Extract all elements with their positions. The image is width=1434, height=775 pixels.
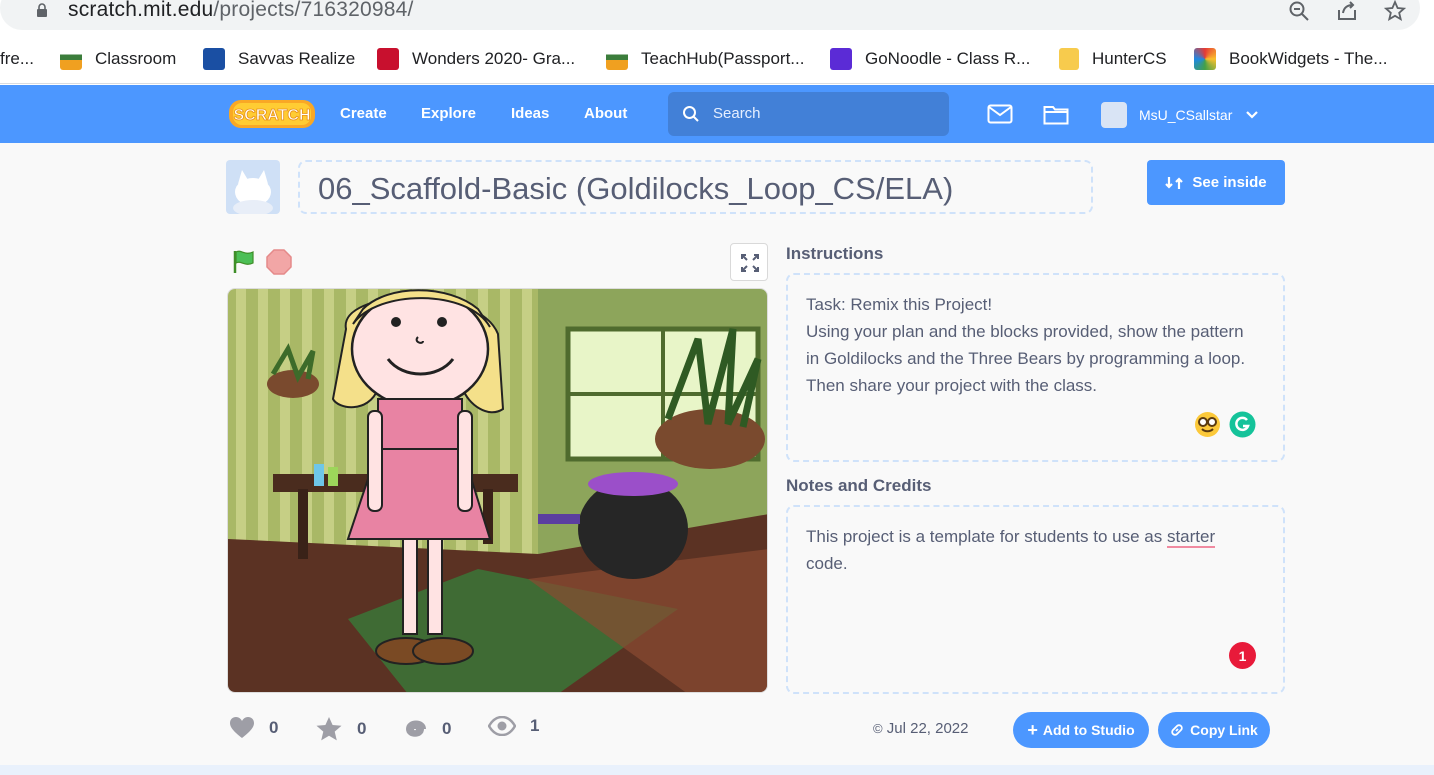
nav-about[interactable]: About	[584, 105, 627, 122]
scratch-cat-avatar-icon	[233, 170, 273, 214]
bookmark-item[interactable]: BookWidgets - The...	[1194, 47, 1387, 71]
nerd-emoji-icon[interactable]	[1194, 411, 1221, 438]
bookmark-item[interactable]: fre...	[0, 47, 34, 71]
bookmarks-bar: fre... Classroom Savvas Realize Wonders …	[0, 36, 1434, 84]
see-inside-button[interactable]: See inside	[1147, 160, 1285, 205]
fullscreen-button[interactable]	[730, 243, 768, 281]
view-count: 1	[488, 716, 539, 736]
url-text[interactable]: scratch.mit.edu/projects/716320984/	[68, 0, 414, 22]
bookmark-item[interactable]: Wonders 2020- Gra...	[377, 47, 575, 71]
eye-icon	[488, 716, 516, 736]
mcgraw-hill-icon	[377, 48, 399, 70]
heart-icon	[230, 717, 254, 738]
user-menu[interactable]: MsU_CSallstar	[1101, 102, 1259, 128]
savvas-icon	[203, 48, 225, 70]
scratch-logo[interactable]: SCRATCH	[228, 98, 316, 130]
share-date: © Jul 22, 2022	[873, 720, 969, 737]
star-icon	[316, 717, 342, 741]
link-icon	[1171, 724, 1183, 736]
nyc-doe-icon	[606, 48, 628, 70]
instructions-text: Task: Remix this Project! Using your pla…	[806, 295, 1246, 395]
search-input[interactable]: Search	[668, 92, 949, 136]
notification-badge[interactable]: 1	[1229, 642, 1256, 669]
remix-count: 0	[402, 716, 451, 742]
scratch-navbar: SCRATCH Create Explore Ideas About Searc…	[0, 85, 1434, 143]
search-icon	[683, 106, 699, 122]
notes-text: This project is a template for students …	[806, 527, 1216, 573]
username: MsU_CSallstar	[1139, 107, 1233, 123]
bookmark-item[interactable]: TeachHub(Passport...	[606, 47, 804, 71]
bookmark-item[interactable]: GoNoodle - Class R...	[830, 47, 1030, 71]
nav-ideas[interactable]: Ideas	[511, 105, 549, 122]
remix-arrows-icon	[1165, 176, 1184, 189]
bookmark-star-icon[interactable]	[1384, 0, 1406, 22]
bookwidgets-icon	[1194, 48, 1216, 70]
messages-icon[interactable]	[987, 104, 1013, 124]
project-title-field[interactable]: 06_Scaffold-Basic (Goldilocks_Loop_CS/EL…	[298, 160, 1093, 214]
bookmark-item[interactable]: Savvas Realize	[203, 47, 355, 71]
nyc-doe-icon	[60, 48, 82, 70]
remix-spiral-icon	[405, 720, 426, 737]
chevron-down-icon	[1246, 111, 1259, 119]
project-author-avatar[interactable]	[226, 160, 280, 214]
nav-explore[interactable]: Explore	[421, 105, 476, 122]
browser-address-bar: scratch.mit.edu/projects/716320984/	[0, 0, 1434, 36]
avatar	[1101, 102, 1127, 128]
copyright-icon: ©	[873, 721, 883, 736]
svg-text:SCRATCH: SCRATCH	[233, 107, 310, 124]
search-placeholder: Search	[713, 105, 761, 122]
notes-box[interactable]: This project is a template for students …	[786, 505, 1285, 694]
stop-sign-icon[interactable]	[266, 249, 292, 275]
bookmark-item[interactable]: Classroom	[60, 47, 176, 71]
project-title: 06_Scaffold-Basic (Goldilocks_Loop_CS/EL…	[318, 171, 954, 206]
project-stage[interactable]	[227, 288, 768, 693]
folder-icon	[1059, 48, 1079, 70]
love-count[interactable]: 0	[229, 716, 278, 740]
gonoodle-icon	[830, 48, 852, 70]
add-to-studio-button[interactable]: + Add to Studio	[1013, 712, 1149, 748]
zoom-icon[interactable]	[1288, 0, 1310, 22]
fullscreen-icon	[741, 254, 759, 272]
goldilocks-stage-scene	[228, 289, 767, 692]
copy-link-button[interactable]: Copy Link	[1158, 712, 1270, 748]
nav-create[interactable]: Create	[340, 105, 387, 122]
notes-heading: Notes and Credits	[786, 476, 932, 495]
instructions-box[interactable]: Task: Remix this Project! Using your pla…	[786, 273, 1285, 462]
plus-icon: +	[1027, 720, 1038, 740]
grammarly-icon[interactable]	[1229, 411, 1256, 438]
green-flag-icon[interactable]	[231, 249, 257, 275]
bookmark-item[interactable]: HunterCS	[1059, 47, 1167, 71]
my-stuff-folder-icon[interactable]	[1043, 103, 1069, 125]
footer-band	[0, 765, 1434, 775]
instructions-heading: Instructions	[786, 244, 884, 263]
lock-icon	[37, 3, 47, 17]
share-icon[interactable]	[1336, 0, 1358, 22]
favorite-count[interactable]: 0	[315, 716, 366, 742]
